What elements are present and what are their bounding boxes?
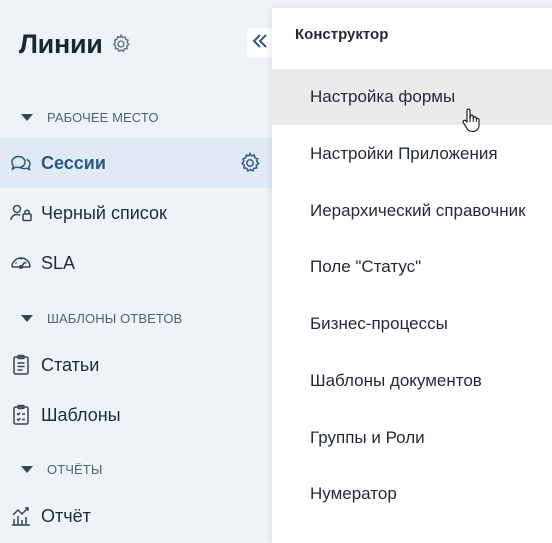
clipboard-checklist-icon	[9, 403, 33, 427]
menu-item-business-processes[interactable]: Бизнес-процессы	[272, 296, 552, 352]
menu-item-label: Бизнес-процессы	[310, 314, 448, 333]
gear-icon[interactable]	[110, 33, 132, 55]
menu-item-label: Поле "Статус"	[310, 257, 422, 276]
dropdown-title: Конструктор	[295, 26, 389, 43]
double-chevron-left-icon	[251, 32, 269, 55]
sidebar-item-sessions[interactable]: Сессии	[0, 138, 272, 188]
sidebar-item-sla[interactable]: SLA	[0, 238, 272, 288]
menu-item-label: Нумератор	[310, 484, 397, 503]
section-label: ШАБЛОНЫ ОТВЕТОВ	[47, 310, 183, 326]
section-header-workspace[interactable]: РАБОЧЕЕ МЕСТО	[21, 107, 159, 127]
menu-item-label: Иерархический справочник	[310, 201, 526, 220]
menu-item-numerator[interactable]: Нумератор	[272, 466, 552, 522]
menu-item-groups-roles[interactable]: Группы и Роли	[272, 410, 552, 466]
menu-item-label: Настройки Приложения	[310, 144, 498, 163]
menu-item-status-field[interactable]: Поле "Статус"	[272, 239, 552, 295]
sidebar-item-report[interactable]: Отчёт	[0, 491, 272, 541]
chart-icon	[9, 504, 33, 528]
section-header-response-templates[interactable]: ШАБЛОНЫ ОТВЕТОВ	[21, 308, 182, 328]
caret-down-icon	[21, 314, 33, 322]
constructor-dropdown-menu: Конструктор Настройка формы Настройки Пр…	[272, 8, 552, 543]
gear-icon[interactable]	[238, 151, 262, 175]
sidebar-item-label: Шаблоны	[41, 404, 121, 425]
sidebar-item-label: Сессии	[41, 152, 106, 173]
user-lock-icon	[9, 201, 33, 225]
menu-item-label: Группы и Роли	[310, 428, 425, 447]
collapse-sidebar-button[interactable]	[247, 28, 273, 58]
page-title: Линии	[19, 28, 103, 59]
sidebar-item-articles[interactable]: Статьи	[0, 340, 272, 390]
speedometer-icon	[9, 251, 33, 275]
sidebar-item-label: Черный список	[41, 202, 167, 223]
sidebar-item-templates[interactable]: Шаблоны	[0, 390, 272, 440]
sidebar-item-label: Статьи	[41, 354, 100, 375]
caret-down-icon	[21, 465, 33, 473]
clipboard-text-icon	[9, 353, 33, 377]
section-label: РАБОЧЕЕ МЕСТО	[47, 109, 159, 125]
section-header-reports[interactable]: ОТЧЁТЫ	[21, 459, 102, 479]
menu-item-label: Шаблоны документов	[310, 371, 482, 390]
menu-item-app-settings[interactable]: Настройки Приложения	[272, 126, 552, 182]
section-label: ОТЧЁТЫ	[47, 461, 103, 477]
menu-item-form-settings[interactable]: Настройка формы	[272, 69, 552, 132]
sidebar-item-blacklist[interactable]: Черный список	[0, 188, 272, 238]
app-header: Линии	[19, 27, 132, 61]
menu-item-label: Настройка формы	[310, 87, 456, 106]
sidebar: Линии РАБОЧЕЕ МЕСТО Сессии Черный список…	[0, 0, 272, 543]
caret-down-icon	[21, 113, 33, 121]
sidebar-item-label: Отчёт	[41, 505, 91, 526]
sidebar-item-label: SLA	[41, 252, 76, 273]
menu-item-document-templates[interactable]: Шаблоны документов	[272, 353, 552, 409]
chat-bubbles-icon	[9, 151, 33, 175]
menu-item-hierarchical-directory[interactable]: Иерархический справочник	[272, 183, 552, 239]
